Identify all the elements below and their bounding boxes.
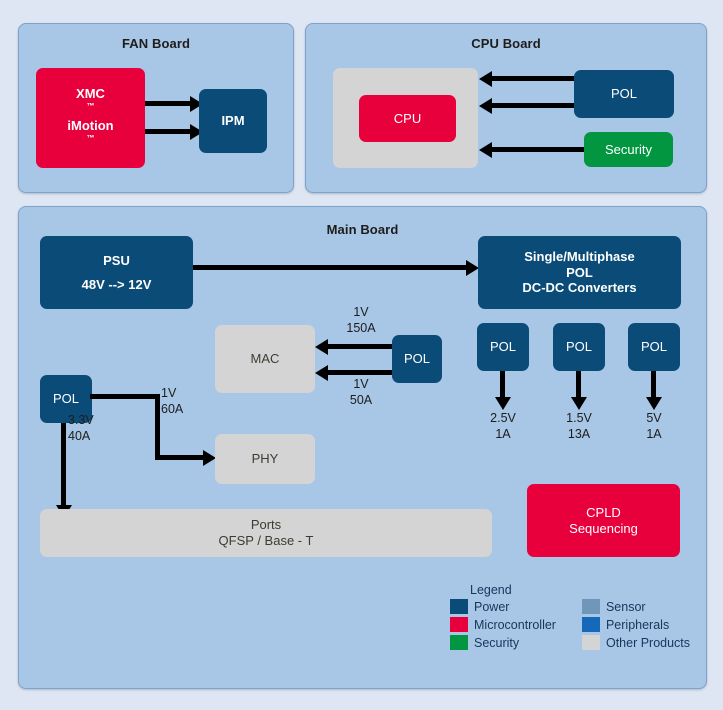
block-pol-left-label: POL — [52, 391, 79, 407]
legend-swatch-other-products — [581, 635, 600, 650]
connector-pol-cpu-upper — [492, 76, 576, 81]
legend-swatch-sensor — [581, 599, 600, 614]
connector-pol-2-out — [576, 371, 581, 400]
legend-swatch-microcontroller — [450, 617, 468, 632]
block-cpu: CPU — [359, 95, 456, 142]
block-pol-2: POL — [553, 323, 605, 371]
connector-security-cpu — [492, 147, 585, 152]
block-ports-line1: Ports — [250, 517, 282, 533]
legend-item-power: Power — [450, 599, 556, 614]
block-xmc-imotion: XMC ™ iMotion ™ — [36, 68, 145, 168]
connector-pol-phy-h1 — [90, 394, 160, 399]
arrowhead-pol-1-out — [494, 397, 511, 410]
arrowhead-security-cpu — [479, 141, 492, 158]
block-pol-3: POL — [628, 323, 680, 371]
legend-column-right: Sensor Peripherals Other Products — [581, 599, 691, 650]
arrowhead-pol-2-out — [570, 397, 587, 410]
arrowhead-pol-3-out — [645, 397, 662, 410]
block-pol-2-label: POL — [565, 339, 592, 355]
legend-swatch-security — [450, 635, 468, 650]
block-ports: Ports QFSP / Base - T — [40, 509, 492, 557]
legend-swatch-peripherals — [581, 617, 600, 632]
arrowhead-pol-cpu-upper — [479, 70, 492, 87]
block-converters-line2: POL — [566, 264, 593, 280]
legend-swatch-power — [450, 599, 468, 614]
panel-title-cpu-board: CPU Board — [471, 36, 541, 51]
legend-item-security: Security — [450, 635, 556, 650]
block-phy-label: PHY — [251, 451, 279, 467]
block-psu: PSU 48V --> 12V — [40, 236, 193, 309]
connector-pol-1-out — [500, 371, 505, 400]
legend-title: Legend — [470, 583, 512, 597]
legend-item-other-products: Other Products — [581, 635, 691, 650]
rail-label-phy: 1V 60A — [161, 386, 184, 416]
rail-label-pol-3: 5V 1A — [646, 411, 662, 441]
trademark-symbol: ™ — [86, 101, 95, 111]
arrowhead-pol-mac-lower — [315, 364, 328, 381]
block-security-label: Security — [605, 141, 652, 157]
legend: Legend Power Microcontroller Security Se… — [450, 583, 690, 650]
legend-label-security: Security — [474, 635, 520, 650]
block-pol-1-label: POL — [489, 339, 516, 355]
connector-xmc-ipm-lower — [145, 129, 193, 134]
connector-pol-mac-upper — [328, 344, 394, 349]
block-cpld: CPLD Sequencing — [527, 484, 680, 557]
connector-psu-converters — [193, 265, 469, 270]
legend-column-left: Power Microcontroller Security — [450, 599, 556, 650]
block-converters-line3: DC-DC Converters — [522, 280, 637, 296]
legend-item-peripherals: Peripherals — [581, 617, 690, 632]
panel-title-main-board: Main Board — [326, 222, 399, 237]
block-pol-mac: POL — [392, 335, 442, 383]
legend-label-microcontroller: Microcontroller — [474, 617, 556, 632]
diagram-canvas: FAN Board XMC ™ iMotion ™ IPM CPU Board CP… — [0, 0, 723, 710]
legend-label-peripherals: Peripherals — [605, 617, 670, 632]
legend-label-sensor: Sensor — [605, 599, 646, 614]
connector-pol-phy-v — [155, 394, 160, 460]
legend-label-other-products: Other Products — [605, 635, 691, 650]
block-cpu-pol-label: POL — [610, 86, 637, 102]
legend-columns: Power Microcontroller Security Sensor Pe… — [450, 599, 690, 650]
block-ports-line2: QFSP / Base - T — [218, 533, 314, 548]
block-mac: MAC — [215, 325, 315, 393]
rail-label-pol-1: 2.5V 1A — [490, 411, 516, 441]
legend-item-sensor: Sensor — [581, 599, 690, 614]
block-phy: PHY — [215, 434, 315, 484]
connector-xmc-ipm-upper — [145, 101, 193, 106]
block-cpld-line1: CPLD — [586, 504, 621, 520]
legend-item-microcontroller: Microcontroller — [450, 617, 556, 632]
block-ipm-label: IPM — [221, 113, 245, 129]
trademark-symbol: ™ — [86, 133, 95, 143]
rail-label-mac-upper: 1V 150A — [346, 305, 376, 335]
arrowhead-pol-mac-upper — [315, 338, 328, 355]
block-xmc-label-line2: iMotion ™ — [67, 118, 114, 143]
arrowhead-pol-cpu-lower — [479, 97, 492, 114]
connector-pol-cpu-lower — [492, 103, 576, 108]
connector-pol-phy-h2 — [155, 455, 206, 460]
connector-pol-mac-lower — [328, 370, 394, 375]
block-cpu-pol: POL — [574, 70, 674, 118]
legend-label-power: Power — [474, 599, 510, 614]
rail-label-mac-lower: 1V 50A — [349, 377, 373, 407]
block-pol-mac-label: POL — [403, 351, 430, 367]
block-psu-voltage: 48V --> 12V — [81, 276, 152, 292]
block-security: Security — [584, 132, 673, 167]
block-ipm: IPM — [199, 89, 267, 153]
block-cpld-line2: Sequencing — [569, 520, 638, 536]
block-mac-label: MAC — [250, 351, 280, 367]
block-psu-label: PSU — [103, 252, 130, 268]
rail-label-pol-2: 1.5V 13A — [566, 411, 592, 441]
connector-pol-3-out — [651, 371, 656, 400]
block-xmc-label-line1: XMC ™ — [76, 86, 105, 111]
block-cpu-label: CPU — [393, 110, 422, 126]
rail-label-ports: 3.3V 40A — [68, 413, 94, 443]
connector-pol-ports — [61, 423, 66, 508]
block-converters-line1: Single/Multiphase — [524, 248, 635, 264]
panel-title-fan-board: FAN Board — [121, 36, 191, 51]
block-pol-1: POL — [477, 323, 529, 371]
block-dcdc-converters: Single/Multiphase POL DC-DC Converters — [478, 236, 681, 309]
block-pol-3-label: POL — [640, 339, 667, 355]
